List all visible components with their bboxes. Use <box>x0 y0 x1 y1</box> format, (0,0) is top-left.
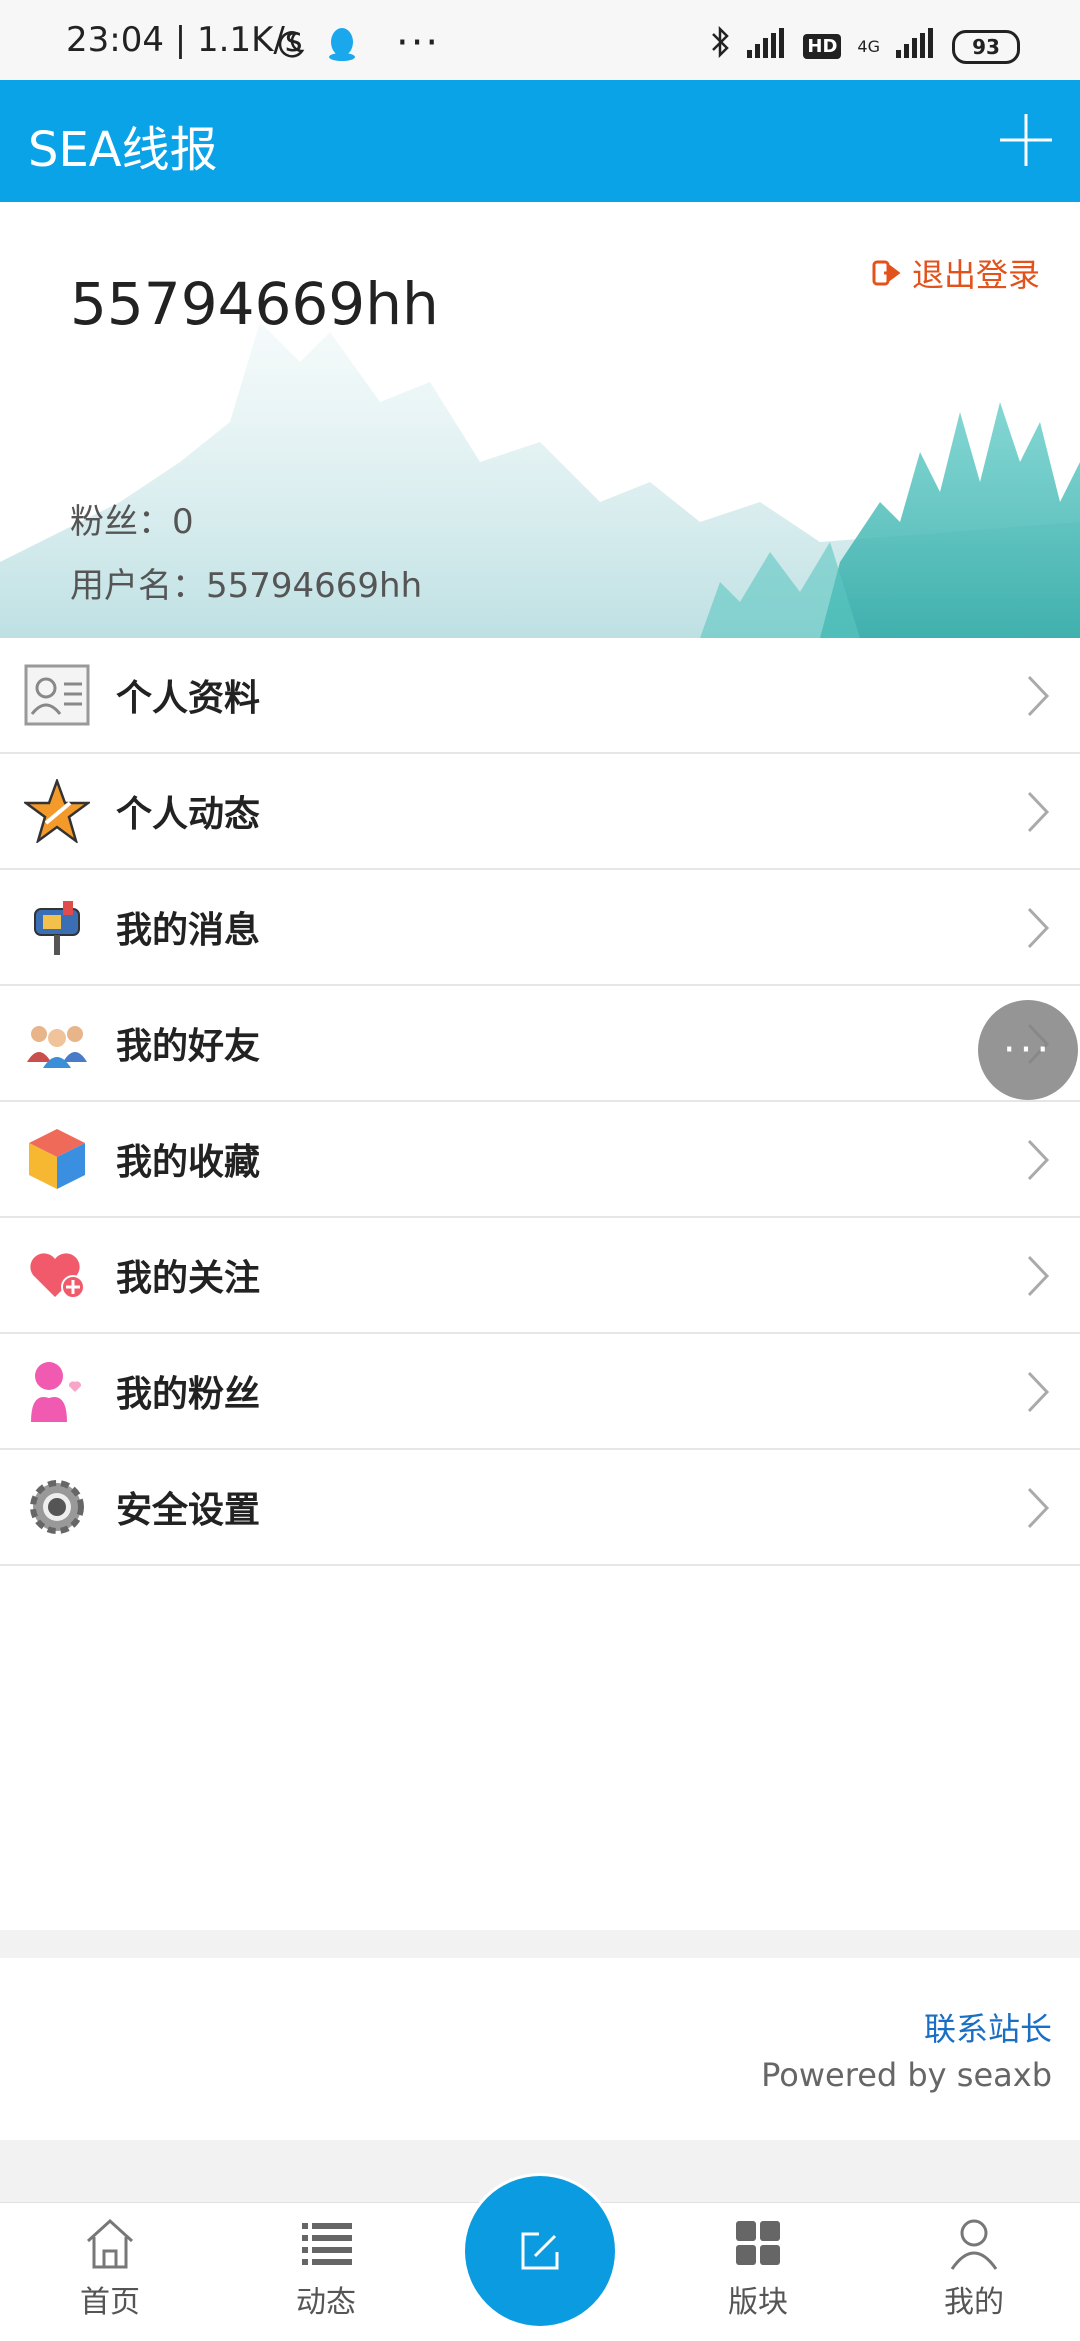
menu-label: 我的收藏 <box>116 1142 261 1183</box>
add-button[interactable] <box>994 108 1058 172</box>
profile-hero: 55794669hh 退出登录 粉丝：0 用户名：55794669hh <box>0 202 1080 638</box>
menu-list: 个人资料 个人动态 我的消息 我的好友 我的收藏 我的关注 我的粉丝 安全设置 <box>0 638 1080 1566</box>
logout-button[interactable]: 退出登录 <box>872 250 1040 296</box>
grid-icon <box>736 2221 780 2265</box>
chevron-right-icon <box>1027 1139 1050 1181</box>
heart-plus-icon <box>22 1240 92 1310</box>
qq-icon <box>326 26 358 71</box>
nav-label: 首页 <box>80 2285 140 2320</box>
user-icon <box>950 2219 998 2270</box>
nav-label: 动态 <box>296 2285 356 2320</box>
battery-indicator: 93 <box>952 29 1020 64</box>
powered-by-text: Powered by seaxb <box>761 2056 1052 2094</box>
menu-label: 个人动态 <box>116 794 261 835</box>
nav-boards[interactable]: 版块 <box>688 2213 828 2321</box>
bluetooth-icon <box>709 25 731 67</box>
menu-item-friends[interactable]: 我的好友 <box>0 986 1080 1102</box>
profile-card-icon <box>22 660 92 730</box>
more-dots-icon: ··· <box>1002 1027 1054 1073</box>
moon-icon <box>276 28 306 68</box>
menu-item-fans[interactable]: 我的粉丝 <box>0 1334 1080 1450</box>
logout-label: 退出登录 <box>911 256 1040 294</box>
compose-icon <box>521 2232 559 2270</box>
menu-item-profile[interactable]: 个人资料 <box>0 638 1080 754</box>
nav-mine[interactable]: 我的 <box>904 2213 1044 2321</box>
app-header: SEA线报 <box>0 80 1080 202</box>
floating-more-button[interactable]: ··· <box>978 1000 1078 1100</box>
menu-label: 安全设置 <box>116 1490 261 1531</box>
menu-label: 我的好友 <box>116 1026 261 1067</box>
network-type: 4G <box>857 37 880 56</box>
status-time: 23:04 | 1.1K/s <box>66 20 303 60</box>
fan-person-icon <box>22 1356 92 1426</box>
status-right: HD 4G 93 <box>709 25 1020 67</box>
more-notifications-icon: ··· <box>396 20 441 66</box>
plus-icon <box>1000 114 1052 166</box>
divider <box>0 1930 1080 1958</box>
status-bar: 23:04 | 1.1K/s ··· HD 4G 93 <box>0 0 1080 80</box>
menu-label: 我的关注 <box>116 1258 261 1299</box>
chevron-right-icon <box>1027 675 1050 717</box>
username-line: 用户名：55794669hh <box>70 566 423 606</box>
menu-item-favorites[interactable]: 我的收藏 <box>0 1102 1080 1218</box>
chevron-right-icon <box>1027 791 1050 833</box>
compose-button[interactable] <box>462 2173 618 2329</box>
nav-label: 版块 <box>728 2285 788 2320</box>
contact-admin-link[interactable]: 联系站长 <box>924 2004 1052 2050</box>
home-icon <box>86 2218 134 2269</box>
menu-item-messages[interactable]: 我的消息 <box>0 870 1080 986</box>
logout-icon <box>872 260 901 286</box>
menu-item-security[interactable]: 安全设置 <box>0 1450 1080 1566</box>
compose-circle <box>465 2176 615 2326</box>
nav-label: 我的 <box>944 2285 1004 2320</box>
mailbox-icon <box>22 892 92 962</box>
chevron-right-icon <box>1027 1255 1050 1297</box>
app-title: SEA线报 <box>28 122 218 178</box>
menu-label: 我的消息 <box>116 910 261 951</box>
chevron-right-icon <box>1027 907 1050 949</box>
list-icon <box>302 2223 352 2265</box>
signal-icon <box>747 27 787 67</box>
menu-item-activity[interactable]: 个人动态 <box>0 754 1080 870</box>
friends-icon <box>22 1008 92 1078</box>
profile-username: 55794669hh <box>70 270 439 338</box>
fans-count: 粉丝：0 <box>70 502 194 542</box>
bottom-nav: 首页 动态 版块 我的 <box>0 2173 1080 2341</box>
chevron-right-icon <box>1027 1487 1050 1529</box>
signal2-icon <box>896 27 936 67</box>
chevron-right-icon <box>1027 1371 1050 1413</box>
star-icon <box>22 776 92 846</box>
nav-feed[interactable]: 动态 <box>256 2213 396 2321</box>
hd-badge: HD <box>803 34 842 59</box>
nav-home[interactable]: 首页 <box>40 2213 180 2321</box>
menu-label: 个人资料 <box>116 678 261 719</box>
cube-icon <box>22 1124 92 1194</box>
gear-icon <box>22 1472 92 1542</box>
menu-label: 我的粉丝 <box>116 1374 261 1415</box>
menu-item-following[interactable]: 我的关注 <box>0 1218 1080 1334</box>
